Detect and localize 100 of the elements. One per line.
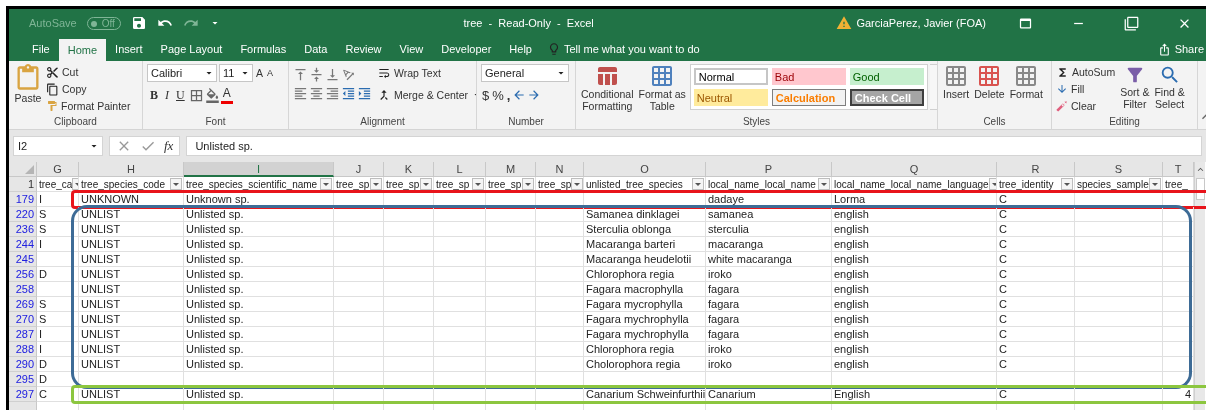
column-header[interactable]: I xyxy=(184,162,334,177)
cut-button[interactable]: Cut xyxy=(61,64,80,80)
column-header[interactable]: Q xyxy=(832,162,997,177)
group-label: Styles xyxy=(742,116,771,129)
row-header[interactable]: 256 xyxy=(9,267,37,282)
find-select-button[interactable]: Find & Select xyxy=(1154,86,1185,110)
row-header[interactable]: 295 xyxy=(9,372,37,387)
row-header[interactable]: 297 xyxy=(9,387,37,402)
formula-field[interactable]: Unlisted sp. xyxy=(186,136,1202,156)
ribbon-tab[interactable]: Page Layout xyxy=(151,37,232,61)
paste-button[interactable]: Paste xyxy=(14,92,42,104)
table-cell: I xyxy=(37,342,79,357)
merge-center-button[interactable]: Merge & Center xyxy=(393,86,470,104)
sort-filter-button[interactable]: Sort & Filter xyxy=(1120,86,1150,110)
row-header[interactable]: 287 xyxy=(9,327,37,342)
number-format-field[interactable]: General xyxy=(481,64,569,82)
comma-button[interactable]: , xyxy=(505,86,512,104)
ribbon-tab[interactable]: Formulas xyxy=(231,37,296,61)
ribbon-tab[interactable]: Insert xyxy=(106,37,152,61)
bold-button[interactable]: B xyxy=(147,86,161,104)
column-header[interactable]: M xyxy=(486,162,536,177)
table-cell: english xyxy=(832,282,997,297)
table-cell: S xyxy=(37,207,79,222)
table-cell: Canarium xyxy=(706,387,832,402)
table-cell: Cholorophora regia xyxy=(584,357,706,372)
table-cell: english xyxy=(832,267,997,282)
column-header[interactable]: P xyxy=(706,162,832,177)
cell-style[interactable]: Normal xyxy=(693,68,768,85)
table-cell: D xyxy=(37,267,79,282)
ribbon-tab[interactable]: Review xyxy=(336,37,391,61)
table-cell: UNLIST xyxy=(79,327,184,342)
underline-button[interactable]: U xyxy=(173,86,188,104)
ribbon-tab[interactable]: View xyxy=(390,37,433,61)
cell-style[interactable]: Bad xyxy=(771,68,846,85)
insert-function-button[interactable]: fx xyxy=(164,138,174,154)
cells-button[interactable]: Format xyxy=(1009,88,1043,100)
column-header[interactable]: L xyxy=(434,162,486,177)
row-header[interactable]: 236 xyxy=(9,222,37,237)
table-cell: Fagara macrophylla xyxy=(584,282,706,297)
column-name: tree_sp xyxy=(336,178,370,190)
column-header[interactable]: G xyxy=(37,162,79,177)
column-header[interactable]: K xyxy=(384,162,434,177)
table-cell: UNLIST xyxy=(79,222,184,237)
font-size-field[interactable]: 11 xyxy=(219,64,253,82)
row-header[interactable]: 1 xyxy=(9,177,37,192)
table-cell: Unlisted sp. xyxy=(184,237,334,252)
row-header[interactable]: 245 xyxy=(9,252,37,267)
table-cell: Fagara mychrophylla xyxy=(584,327,706,342)
table-cell: C xyxy=(997,237,1075,252)
ribbon-tab[interactable]: Home xyxy=(58,39,107,61)
format-as-table-button[interactable]: Format as Table xyxy=(638,88,686,112)
format-painter-button[interactable]: Format Painter xyxy=(60,98,132,114)
ribbon-tab[interactable]: File xyxy=(23,37,59,61)
table-cell: UNLIST xyxy=(79,207,184,222)
cells-button[interactable]: Delete xyxy=(974,88,1005,100)
shrink-font-button[interactable]: A xyxy=(266,64,275,82)
table-cell: UNLIST xyxy=(79,312,184,327)
column-header[interactable]: O xyxy=(584,162,706,177)
copy-button[interactable]: Copy xyxy=(61,81,88,97)
table-cell: english xyxy=(832,207,997,222)
currency-button[interactable]: $ xyxy=(481,86,491,104)
row-header[interactable]: 290 xyxy=(9,357,37,372)
cell-style[interactable]: Good xyxy=(849,68,924,85)
wrap-text-button[interactable]: Wrap Text xyxy=(393,64,442,82)
ribbon-tab[interactable]: Developer xyxy=(432,37,501,61)
italic-button[interactable]: I xyxy=(162,86,172,104)
row-header[interactable]: 288 xyxy=(9,342,37,357)
column-header[interactable]: S xyxy=(1075,162,1163,177)
row-header[interactable]: 244 xyxy=(9,237,37,252)
column-header[interactable]: T xyxy=(1163,162,1194,177)
table-cell: C xyxy=(997,252,1075,267)
ribbon-tab[interactable]: Help xyxy=(500,37,541,61)
row-header[interactable]: 258 xyxy=(9,282,37,297)
cell-style[interactable]: Neutral xyxy=(693,89,768,106)
column-name: tree_species_code xyxy=(81,178,165,190)
share-button[interactable]: Share xyxy=(1174,43,1204,55)
ribbon-tab[interactable]: Data xyxy=(295,37,337,61)
column-header[interactable]: H xyxy=(79,162,184,177)
conditional-formatting-button[interactable]: Conditional Formatting xyxy=(581,88,634,112)
tell-me-search[interactable]: Tell me what you want to do xyxy=(563,43,700,55)
autosum-button[interactable]: AutoSum xyxy=(1071,64,1117,80)
group-label: Alignment xyxy=(360,116,405,129)
clear-button[interactable]: Clear xyxy=(1070,98,1098,114)
row-header[interactable]: 269 xyxy=(9,297,37,312)
row-header[interactable]: 270 xyxy=(9,312,37,327)
table-cell: C xyxy=(997,312,1075,327)
column-header[interactable]: R xyxy=(997,162,1075,177)
row-header[interactable]: 220 xyxy=(9,207,37,222)
table-cell: C xyxy=(997,297,1075,312)
percent-button[interactable]: % xyxy=(491,86,505,104)
column-header[interactable]: N xyxy=(536,162,584,177)
font-name-field[interactable]: Calibri xyxy=(147,64,217,82)
column-header[interactable]: J xyxy=(334,162,384,177)
name-box[interactable]: I2 xyxy=(13,136,103,156)
row-header[interactable]: 179 xyxy=(9,192,37,207)
grow-font-button[interactable]: A xyxy=(255,64,264,82)
fill-button[interactable]: Fill xyxy=(1070,81,1086,97)
font-color-button[interactable]: A xyxy=(220,86,233,104)
table-cell: dadaye xyxy=(706,192,832,207)
cells-button[interactable]: Insert xyxy=(943,88,970,100)
